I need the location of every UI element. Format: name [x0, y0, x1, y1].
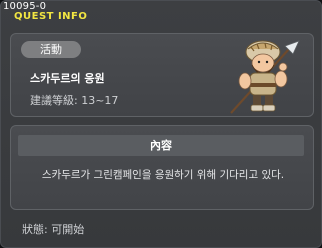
- quest-type-badge: 活動: [21, 41, 81, 58]
- quest-name: 스카두르의 응원: [30, 72, 105, 85]
- content-header: 內容: [18, 135, 304, 156]
- content-text: 스카두르가 그린캠페인을 응원하기 위해 기다리고 있다.: [41, 169, 285, 181]
- quest-status: 狀態: 可開始: [22, 223, 85, 236]
- quest-info-window: 10095-0 QUEST INFO 活動 스카두르의 응원 建議等級: 13~…: [0, 0, 322, 248]
- viking-warrior-npc-icon: [223, 37, 309, 117]
- window-title: QUEST INFO: [14, 11, 88, 22]
- quest-level: 建議等級: 13~17: [30, 94, 119, 107]
